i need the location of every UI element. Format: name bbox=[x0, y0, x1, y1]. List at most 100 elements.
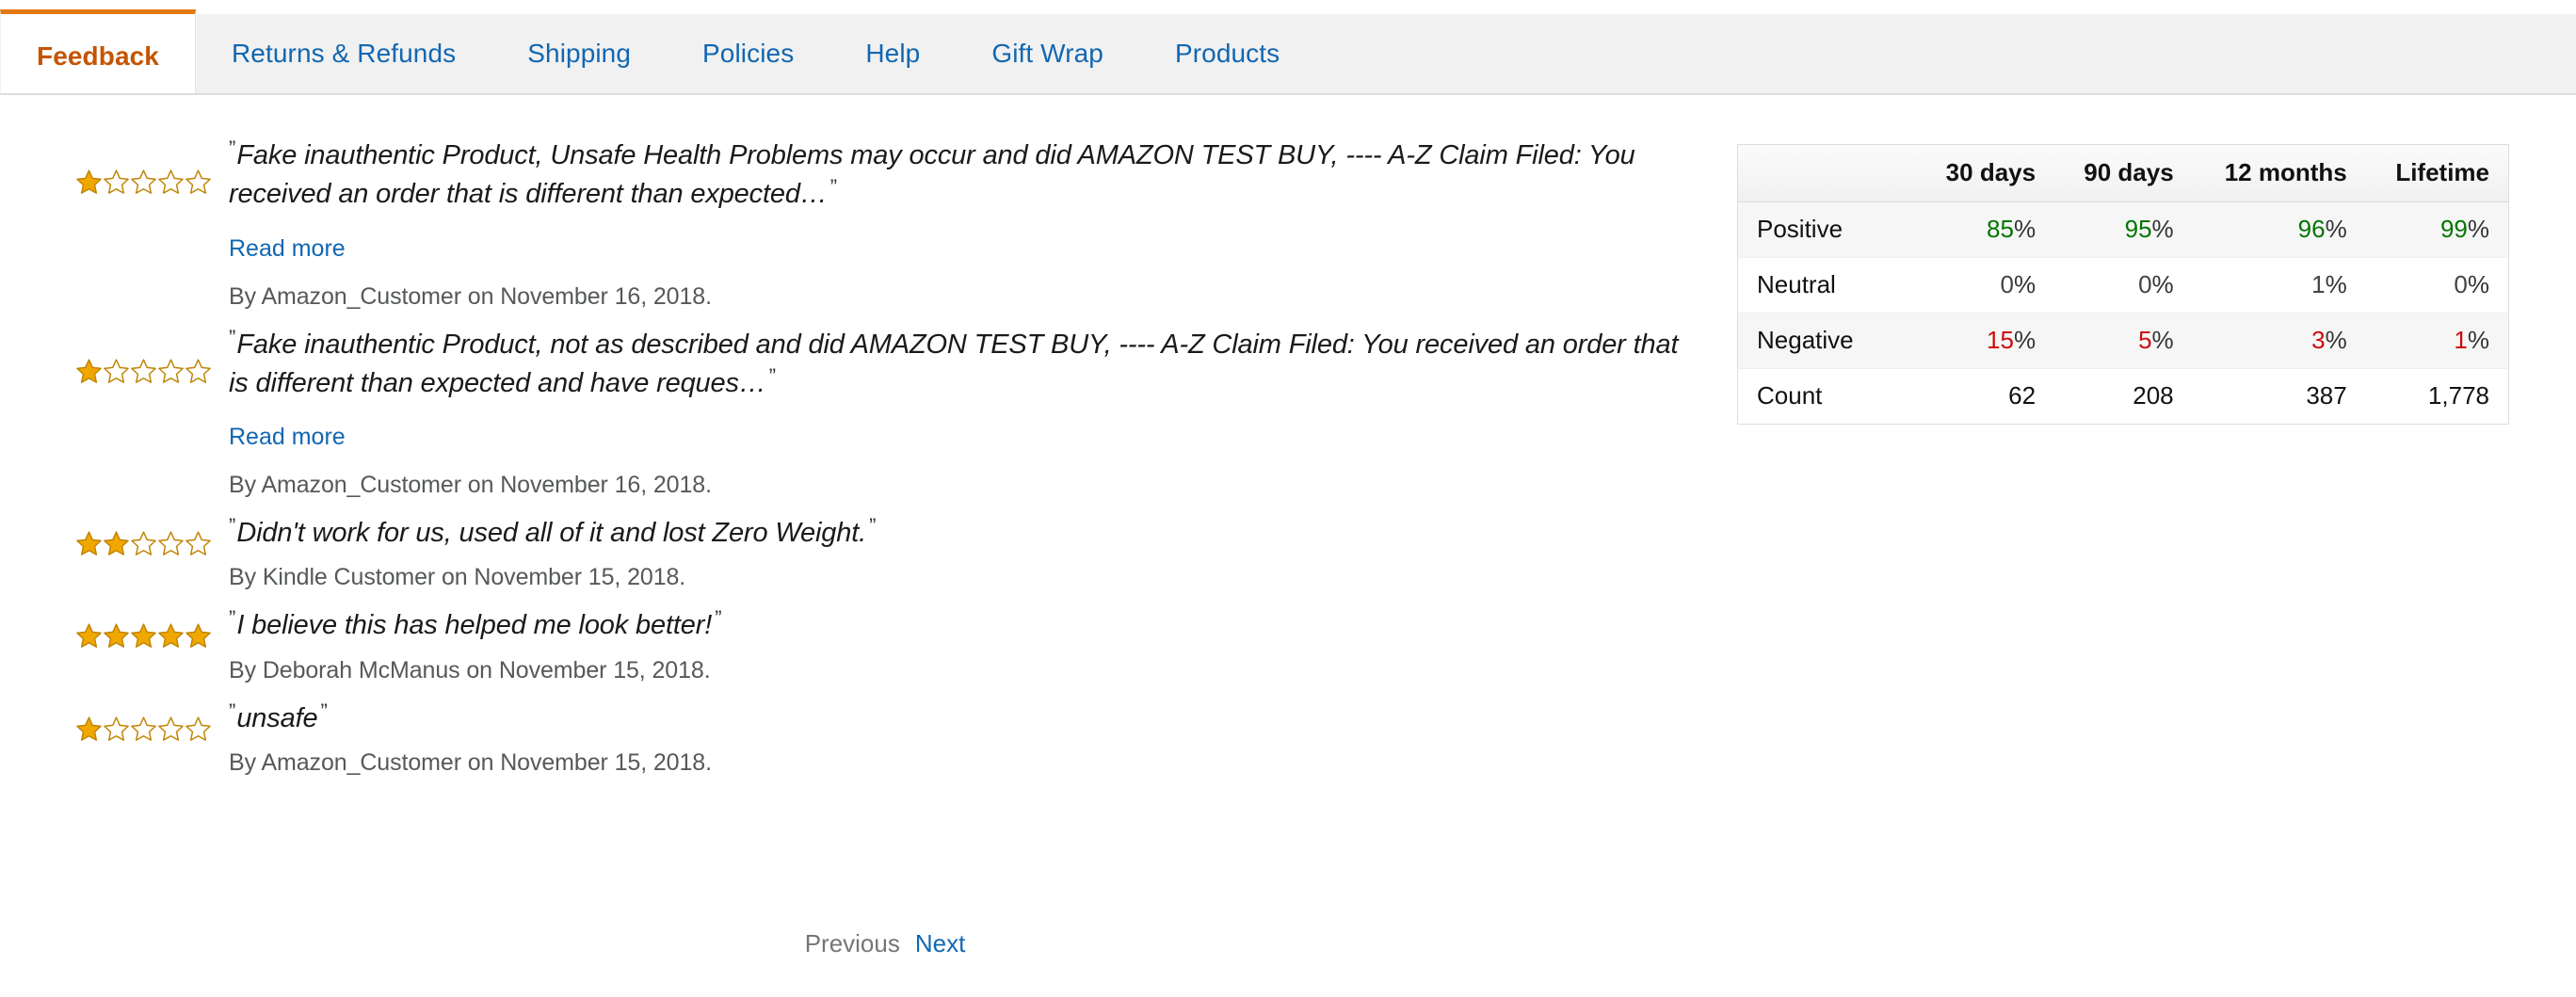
percent-sign: % bbox=[2325, 215, 2347, 243]
review-byline: By Kindle Customer on November 15, 2018. bbox=[229, 564, 686, 591]
star-empty-icon bbox=[130, 530, 157, 557]
close-quote-mark: ” bbox=[320, 699, 328, 723]
stats-cell: 5% bbox=[2054, 313, 2193, 369]
stats-value-negative: 5 bbox=[2138, 326, 2152, 354]
review-body: ”Fake inauthentic Product, not as descri… bbox=[218, 324, 1704, 500]
percent-sign: % bbox=[2013, 326, 2037, 354]
review-quote-text: Fake inauthentic Product, not as describ… bbox=[229, 329, 1679, 398]
star-empty-icon bbox=[157, 358, 185, 385]
review-body: ”I believe this has helped me look bette… bbox=[218, 604, 1704, 683]
next-page-button[interactable]: Next bbox=[915, 929, 965, 957]
stats-row-positive: Positive 85% 95% 96% 99% bbox=[1737, 201, 2509, 258]
star-empty-icon bbox=[185, 358, 212, 385]
review-item: ”Didn't work for us, used all of it and … bbox=[75, 512, 1704, 591]
star-empty-icon bbox=[185, 530, 212, 557]
star-empty-icon bbox=[103, 716, 130, 743]
stats-cell: 99% bbox=[2365, 201, 2509, 258]
stats-column-header-90-days: 90 days bbox=[2054, 144, 2193, 202]
read-more-link[interactable]: Read more bbox=[229, 235, 346, 263]
previous-page-button[interactable]: Previous bbox=[805, 929, 900, 957]
feedback-stats-panel: 30 days 90 days 12 months Lifetime Positive… bbox=[1737, 144, 2509, 425]
stats-cell: 1,778 bbox=[2365, 368, 2509, 425]
stats-value-positive: 96 bbox=[2297, 215, 2326, 243]
star-empty-icon bbox=[130, 716, 157, 743]
stats-row-negative: Negative 15% 5% 3% 1% bbox=[1737, 313, 2509, 369]
tab-help[interactable]: Help bbox=[829, 14, 956, 93]
stats-row-label: Positive bbox=[1737, 201, 1917, 258]
stats-cell: 3% bbox=[2192, 313, 2366, 369]
open-quote-mark: ” bbox=[229, 137, 236, 160]
review-byline: By Amazon_Customer on November 16, 2018. bbox=[229, 282, 712, 310]
tab-label: Feedback bbox=[37, 40, 159, 71]
star-filled-icon bbox=[75, 169, 103, 196]
review-list: ”Fake inauthentic Product, Unsafe Health… bbox=[75, 135, 1704, 790]
star-filled-icon bbox=[185, 622, 212, 650]
percent-sign: % bbox=[2467, 215, 2489, 243]
percent-sign: % bbox=[2151, 215, 2174, 243]
stats-value-count: 62 bbox=[2008, 381, 2037, 410]
stats-corner-cell bbox=[1737, 144, 1917, 202]
percent-sign: % bbox=[2013, 215, 2037, 243]
tab-label: Shipping bbox=[527, 39, 632, 68]
percent-sign: % bbox=[2325, 270, 2347, 298]
percent-sign: % bbox=[2467, 326, 2489, 354]
review-quote: ”I believe this has helped me look bette… bbox=[229, 604, 1704, 643]
tab-returns-and-refunds[interactable]: Returns & Refunds bbox=[196, 14, 491, 93]
stats-cell: 208 bbox=[2054, 368, 2193, 425]
review-quote: ”Fake inauthentic Product, not as descri… bbox=[229, 324, 1704, 402]
star-rating[interactable] bbox=[75, 512, 218, 557]
stats-value-neutral: 0 bbox=[2138, 270, 2152, 298]
star-rating[interactable] bbox=[75, 698, 218, 743]
tab-label: Help bbox=[865, 39, 921, 68]
stats-value-count: 387 bbox=[2306, 381, 2347, 410]
review-body: ”Fake inauthentic Product, Unsafe Health… bbox=[218, 135, 1704, 311]
tab-feedback[interactable]: Feedback bbox=[0, 9, 196, 93]
tab-products[interactable]: Products bbox=[1139, 14, 1315, 93]
stats-value-count: 208 bbox=[2133, 381, 2174, 410]
open-quote-mark: ” bbox=[229, 514, 236, 539]
tab-gift-wrap[interactable]: Gift Wrap bbox=[956, 14, 1139, 93]
review-byline: By Amazon_Customer on November 16, 2018. bbox=[229, 472, 712, 499]
tab-label: Returns & Refunds bbox=[231, 39, 457, 68]
stats-value-negative: 1 bbox=[2454, 326, 2468, 354]
review-byline: By Amazon_Customer on November 15, 2018. bbox=[229, 748, 712, 776]
stats-cell: 0% bbox=[1916, 257, 2055, 314]
close-quote-mark: ” bbox=[869, 514, 877, 539]
stats-value-neutral: 1 bbox=[2311, 270, 2326, 298]
tab-label: Policies bbox=[702, 39, 795, 68]
stats-cell: 0% bbox=[2365, 257, 2509, 314]
percent-sign: % bbox=[2013, 270, 2037, 298]
star-filled-icon bbox=[75, 358, 103, 385]
tab-policies[interactable]: Policies bbox=[667, 14, 829, 93]
review-item: ”Fake inauthentic Product, Unsafe Health… bbox=[75, 135, 1704, 311]
review-quote: ”Didn't work for us, used all of it and … bbox=[229, 512, 1704, 551]
stats-cell: 95% bbox=[2054, 201, 2193, 258]
star-empty-icon bbox=[185, 169, 212, 196]
open-quote-mark: ” bbox=[229, 606, 236, 631]
star-rating[interactable] bbox=[75, 604, 218, 650]
review-item: ”I believe this has helped me look bette… bbox=[75, 604, 1704, 683]
star-empty-icon bbox=[157, 169, 185, 196]
star-rating[interactable] bbox=[75, 135, 218, 196]
percent-sign: % bbox=[2151, 270, 2174, 298]
review-quote: ”Fake inauthentic Product, Unsafe Health… bbox=[229, 135, 1704, 213]
read-more-link[interactable]: Read more bbox=[229, 424, 346, 451]
stats-value-positive: 95 bbox=[2124, 215, 2152, 243]
close-quote-mark: ” bbox=[829, 175, 838, 200]
tab-label: Gift Wrap bbox=[991, 39, 1103, 68]
percent-sign: % bbox=[2325, 326, 2347, 354]
review-quote-text: Didn't work for us, used all of it and l… bbox=[236, 518, 867, 549]
stats-row-neutral: Neutral 0% 0% 1% 0% bbox=[1737, 257, 2509, 314]
stats-header-row: 30 days 90 days 12 months Lifetime bbox=[1737, 144, 2509, 202]
stats-value-positive: 99 bbox=[2439, 215, 2468, 243]
star-empty-icon bbox=[103, 169, 130, 196]
stats-cell: 1% bbox=[2365, 313, 2509, 369]
open-quote-mark: ” bbox=[229, 699, 236, 723]
star-filled-icon bbox=[103, 530, 130, 557]
stats-value-positive: 85 bbox=[1987, 215, 2014, 243]
review-body: ”Didn't work for us, used all of it and … bbox=[218, 512, 1704, 591]
tab-label: Products bbox=[1174, 39, 1280, 68]
star-rating[interactable] bbox=[75, 324, 218, 385]
tab-shipping[interactable]: Shipping bbox=[491, 14, 667, 93]
review-body: ”unsafe” By Amazon_Customer on November 1… bbox=[218, 698, 1704, 777]
